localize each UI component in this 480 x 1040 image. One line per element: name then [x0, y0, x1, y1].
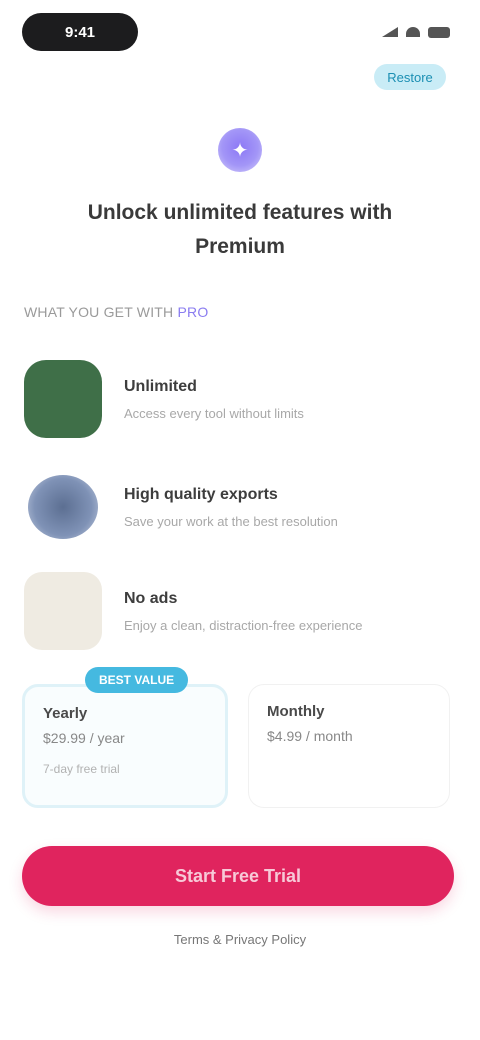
feature-description: Save your work at the best resolution	[124, 513, 338, 529]
start-trial-button[interactable]: Start Free Trial	[22, 846, 454, 906]
plan-selector: BEST VALUE Yearly $29.99 / year 7-day fr…	[22, 667, 450, 808]
feature-title: No ads	[124, 589, 178, 607]
feature-description: Access every tool without limits	[124, 405, 304, 421]
feature-item: No ads Enjoy a clean, distraction-free e…	[24, 568, 450, 654]
plan-note: 7-day free trial	[43, 762, 120, 776]
plan-price: $4.99 / month	[267, 728, 353, 744]
section-label-accent: PRO	[177, 304, 209, 320]
feature-description: Enjoy a clean, distraction-free experien…	[124, 617, 363, 633]
plan-price: $29.99 / year	[43, 730, 125, 746]
hero-title: Unlock unlimited features with Premium	[87, 201, 393, 258]
feature-thumbnail	[24, 360, 102, 438]
feature-thumbnail	[24, 572, 102, 650]
plan-name: Monthly	[267, 703, 325, 720]
feature-thumbnail	[28, 475, 98, 539]
feature-title: Unlimited	[124, 377, 197, 395]
feature-item: High quality exports Save your work at t…	[24, 464, 450, 550]
status-time: 9:41	[22, 13, 138, 51]
wifi-icon	[406, 27, 420, 37]
best-value-badge: BEST VALUE	[85, 667, 189, 693]
terms-link[interactable]: Terms & Privacy Policy	[0, 932, 480, 947]
status-icons	[382, 26, 450, 38]
signal-icon	[382, 27, 398, 37]
restore-button[interactable]: Restore	[374, 64, 446, 90]
plan-name: Yearly	[43, 705, 88, 722]
battery-icon	[428, 26, 450, 38]
feature-title: High quality exports	[124, 485, 278, 503]
status-bar: 9:41	[22, 12, 450, 52]
plan-option-monthly[interactable]: Monthly $4.99 / month	[248, 684, 450, 808]
sparkle-icon: ✦	[218, 128, 262, 172]
paywall-screen: 9:41 Restore ✦ Unlock unlimited features…	[0, 0, 480, 1040]
plan-option-yearly[interactable]: BEST VALUE Yearly $29.99 / year 7-day fr…	[22, 667, 228, 808]
feature-item: Unlimited Access every tool without limi…	[24, 356, 450, 442]
section-label-prefix: WHAT YOU GET WITH	[24, 304, 174, 320]
section-label: WHAT YOU GET WITH PRO	[24, 304, 208, 320]
